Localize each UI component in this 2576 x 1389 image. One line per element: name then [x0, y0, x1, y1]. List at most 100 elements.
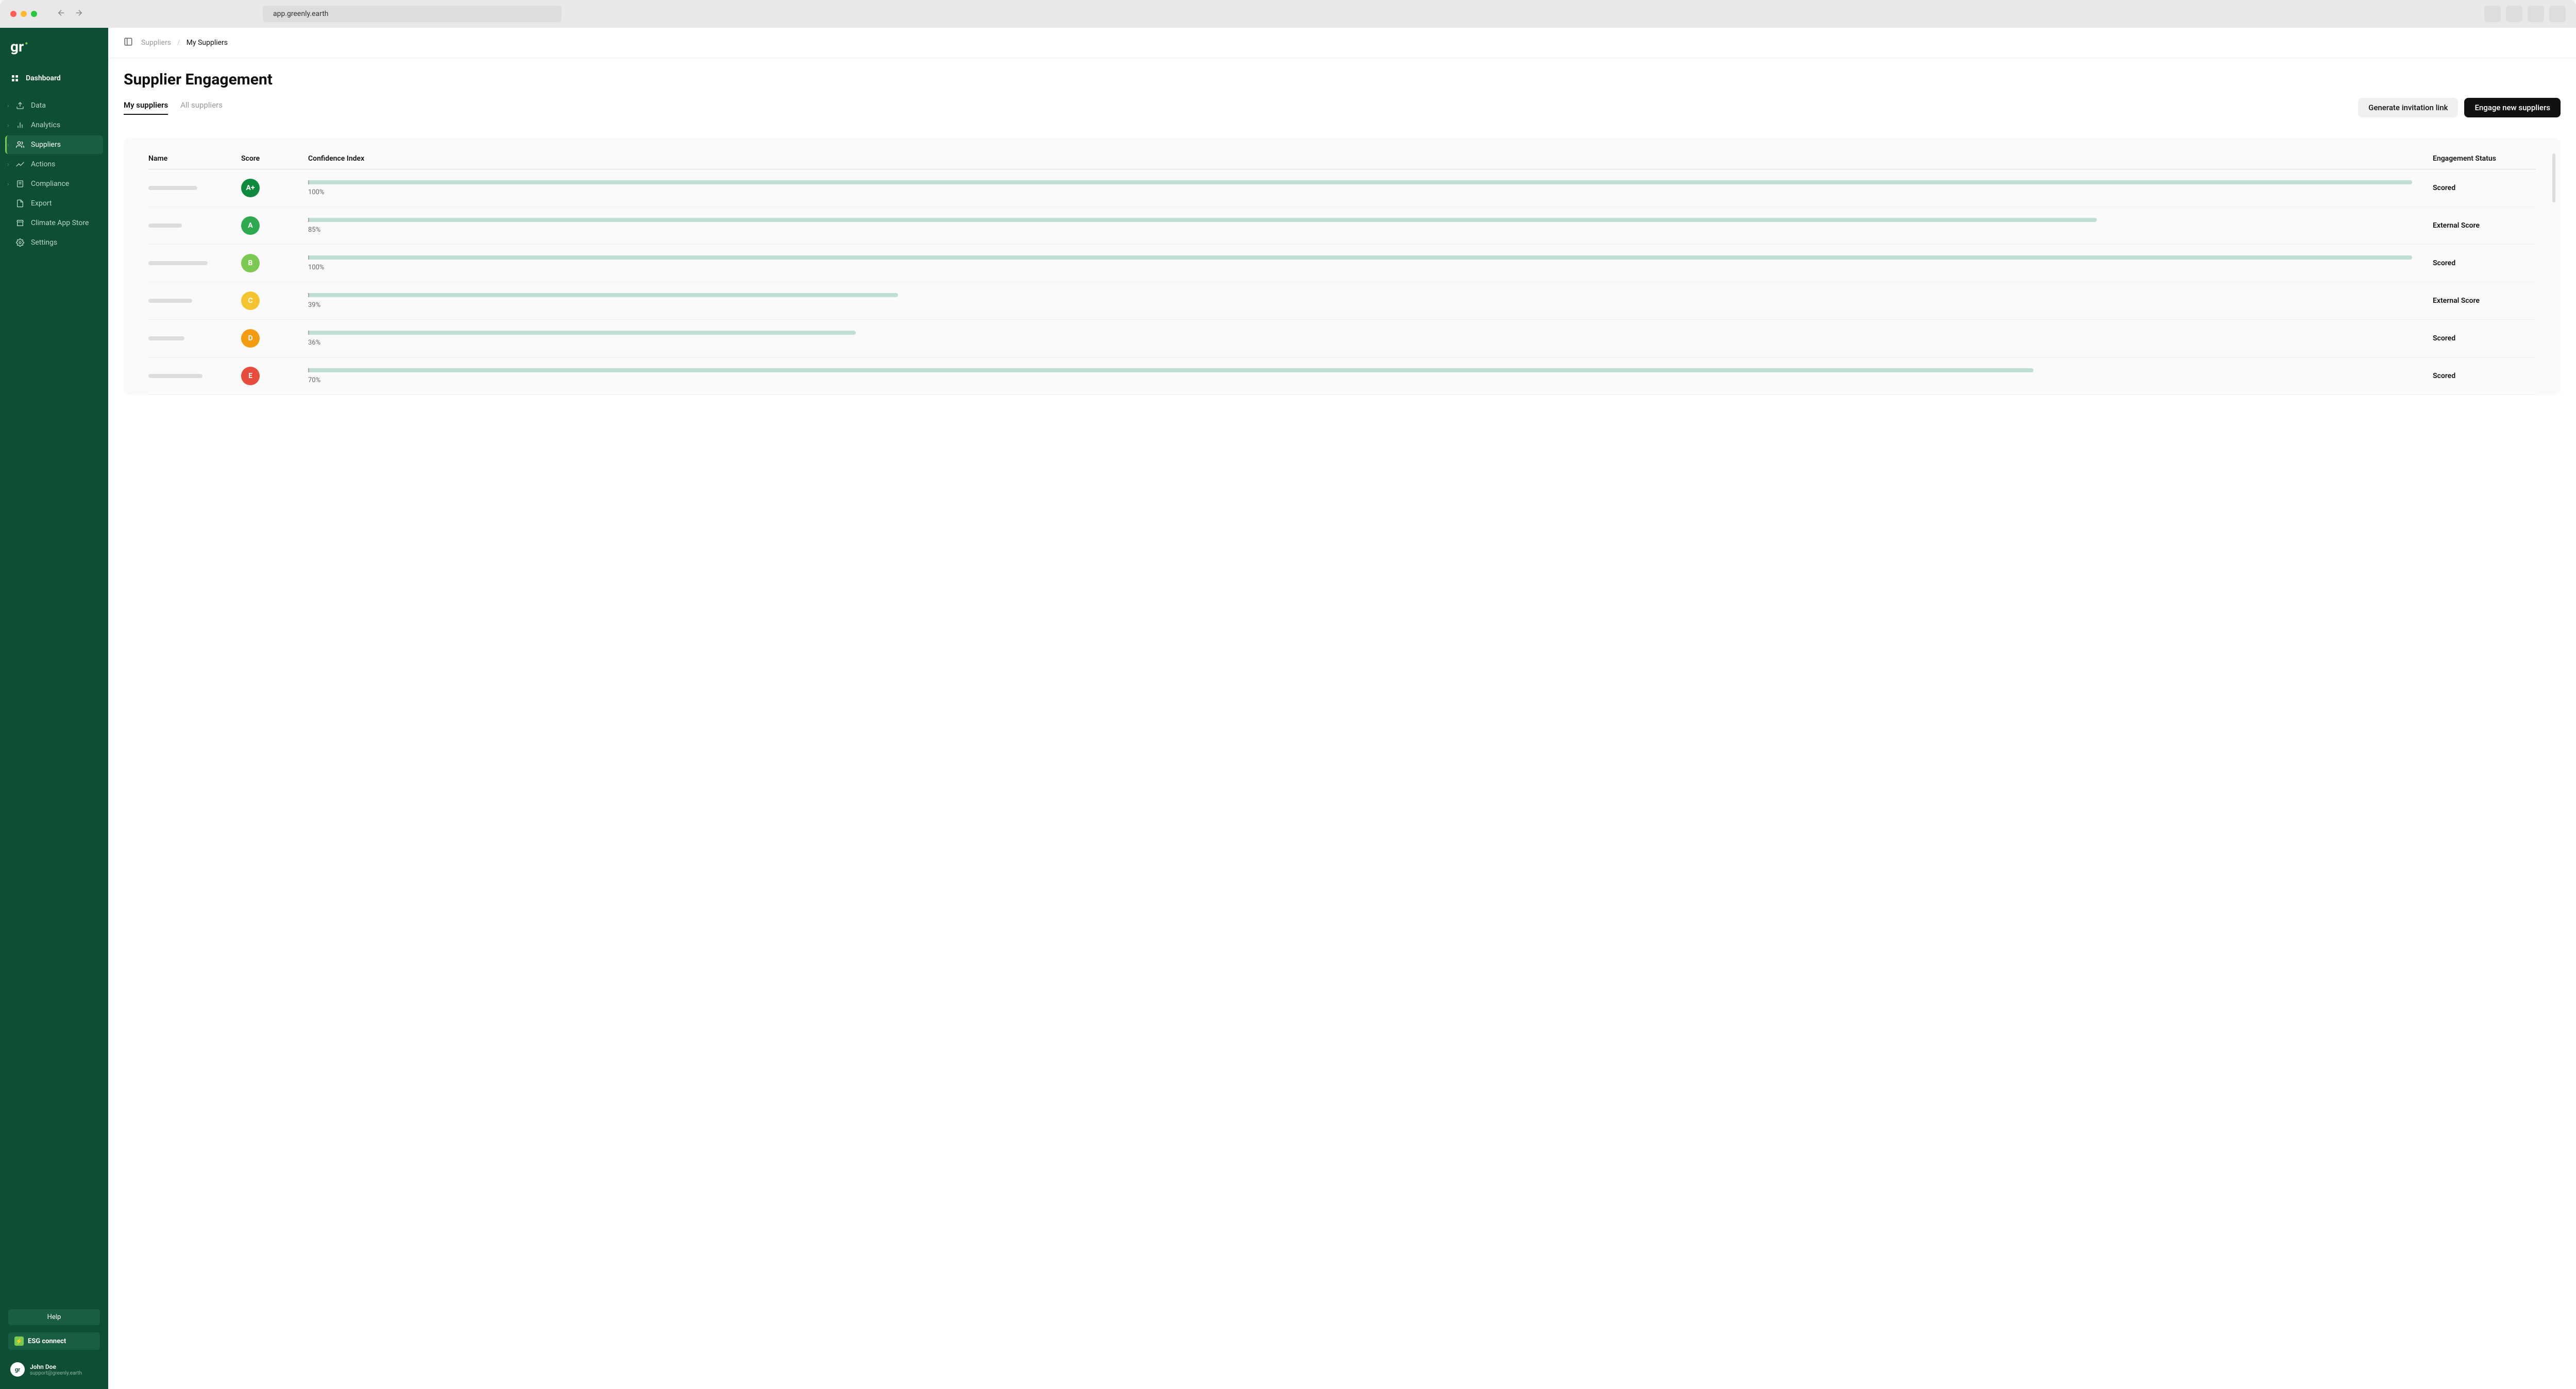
- browser-btn-2[interactable]: [2506, 6, 2522, 22]
- sidebar-item-label: Export: [31, 199, 52, 208]
- tab-my-suppliers[interactable]: My suppliers: [124, 100, 168, 115]
- user-email: support@greenly.earth: [30, 1370, 82, 1376]
- table-header: Name Score Confidence Index Engagement S…: [148, 148, 2536, 169]
- confidence-cell: 39%: [308, 293, 2433, 309]
- sidebar-item-export[interactable]: Export: [5, 194, 103, 213]
- actions-icon: [15, 160, 25, 169]
- progress-bar: [308, 293, 2412, 297]
- supplier-name-cell: [148, 336, 241, 340]
- user-profile[interactable]: gr John Doe support@greenly.earth: [8, 1360, 100, 1379]
- score-cell: E: [241, 367, 308, 385]
- panel-toggle-icon[interactable]: [124, 37, 133, 48]
- logo: gr●: [0, 38, 108, 67]
- score-cell: A+: [241, 179, 308, 197]
- sidebar-item-analytics[interactable]: Analytics: [5, 116, 103, 134]
- sidebar-item-label: Compliance: [31, 180, 69, 188]
- col-name: Name: [148, 155, 241, 163]
- confidence-value: 39%: [308, 301, 2412, 309]
- tabs: My suppliers All suppliers: [124, 100, 223, 115]
- confidence-value: 100%: [308, 264, 2412, 271]
- window-minimize[interactable]: [21, 11, 27, 17]
- suppliers-table: Name Score Confidence Index Engagement S…: [124, 138, 2561, 395]
- leaf-icon: ●: [25, 41, 28, 46]
- progress-bar: [308, 218, 2412, 222]
- sidebar-item-label: Suppliers: [31, 141, 61, 149]
- back-button[interactable]: [57, 8, 66, 20]
- settings-icon: [15, 238, 25, 247]
- table-row[interactable]: E 70% Scored: [148, 357, 2536, 395]
- table-row[interactable]: C 39% External Score: [148, 282, 2536, 320]
- confidence-cell: 70%: [308, 368, 2433, 384]
- main-content: Suppliers / My Suppliers Supplier Engage…: [108, 28, 2576, 1389]
- confidence-cell: 100%: [308, 255, 2433, 271]
- score-cell: C: [241, 291, 308, 310]
- confidence-value: 70%: [308, 376, 2412, 384]
- supplier-name-cell: [148, 186, 241, 190]
- sidebar-item-suppliers[interactable]: Suppliers: [5, 135, 103, 154]
- store-icon: [15, 218, 25, 228]
- score-cell: B: [241, 254, 308, 272]
- sidebar-item-label: Data: [31, 101, 46, 110]
- browser-btn-4[interactable]: [2549, 6, 2566, 22]
- confidence-cell: 36%: [308, 331, 2433, 347]
- browser-btn-3[interactable]: [2528, 6, 2544, 22]
- browser-btn-1[interactable]: [2484, 6, 2501, 22]
- status-cell: External Score: [2433, 221, 2536, 230]
- breadcrumb-suppliers[interactable]: Suppliers: [141, 39, 171, 47]
- progress-bar: [308, 255, 2412, 260]
- status-cell: Scored: [2433, 259, 2536, 267]
- score-cell: D: [241, 329, 308, 348]
- sidebar-item-data[interactable]: Data: [5, 96, 103, 115]
- generate-invitation-button[interactable]: Generate invitation link: [2358, 98, 2458, 117]
- confidence-value: 36%: [308, 339, 2412, 347]
- breadcrumb-separator: /: [177, 39, 180, 47]
- sidebar-item-compliance[interactable]: Compliance: [5, 175, 103, 193]
- tab-all-suppliers[interactable]: All suppliers: [180, 100, 223, 115]
- progress-bar: [308, 180, 2412, 184]
- status-cell: Scored: [2433, 372, 2536, 380]
- name-placeholder: [148, 186, 197, 190]
- window-maximize[interactable]: [31, 11, 37, 17]
- help-button[interactable]: Help: [8, 1309, 100, 1325]
- esg-label: ESG connect: [28, 1337, 66, 1345]
- table-row[interactable]: D 36% Scored: [148, 320, 2536, 357]
- logo-text: gr●: [10, 38, 98, 55]
- sidebar: gr● Dashboard DataAnalyticsSuppliersActi…: [0, 28, 108, 1389]
- breadcrumb: Suppliers / My Suppliers: [141, 39, 228, 47]
- suppliers-icon: [15, 140, 25, 149]
- score-badge: D: [241, 329, 260, 348]
- sidebar-item-label: Actions: [31, 160, 55, 168]
- actions: Generate invitation link Engage new supp…: [2358, 98, 2561, 117]
- esg-connect-button[interactable]: ⚡ ESG connect: [8, 1332, 100, 1350]
- upload-icon: [15, 101, 25, 110]
- breadcrumb-my-suppliers[interactable]: My Suppliers: [187, 39, 228, 47]
- url-bar[interactable]: app.greenly.earth: [263, 6, 562, 22]
- scrollbar-thumb[interactable]: [2552, 153, 2555, 202]
- nav-arrows: [57, 8, 83, 20]
- traffic-lights: [10, 11, 37, 17]
- sidebar-item-climate-app-store[interactable]: Climate App Store: [5, 214, 103, 232]
- table-row[interactable]: A+ 100% Scored: [148, 169, 2536, 207]
- supplier-name-cell: [148, 261, 241, 265]
- confidence-cell: 85%: [308, 218, 2433, 234]
- sidebar-item-label: Settings: [31, 238, 57, 247]
- supplier-name-cell: [148, 224, 241, 228]
- name-placeholder: [148, 299, 192, 303]
- sidebar-item-actions[interactable]: Actions: [5, 155, 103, 174]
- sidebar-item-label: Dashboard: [26, 74, 61, 82]
- confidence-cell: 100%: [308, 180, 2433, 196]
- supplier-name-cell: [148, 374, 241, 378]
- window-close[interactable]: [10, 11, 16, 17]
- engage-suppliers-button[interactable]: Engage new suppliers: [2464, 98, 2561, 117]
- sidebar-item-dashboard[interactable]: Dashboard: [0, 67, 108, 89]
- browser-chrome: app.greenly.earth: [0, 0, 2576, 28]
- table-row[interactable]: B 100% Scored: [148, 245, 2536, 282]
- forward-button[interactable]: [74, 8, 83, 20]
- export-icon: [15, 199, 25, 208]
- score-cell: A: [241, 216, 308, 235]
- col-score: Score: [241, 155, 308, 163]
- avatar: gr: [10, 1362, 25, 1377]
- table-row[interactable]: A 85% External Score: [148, 207, 2536, 245]
- col-status: Engagement Status: [2433, 155, 2536, 163]
- sidebar-item-settings[interactable]: Settings: [5, 233, 103, 252]
